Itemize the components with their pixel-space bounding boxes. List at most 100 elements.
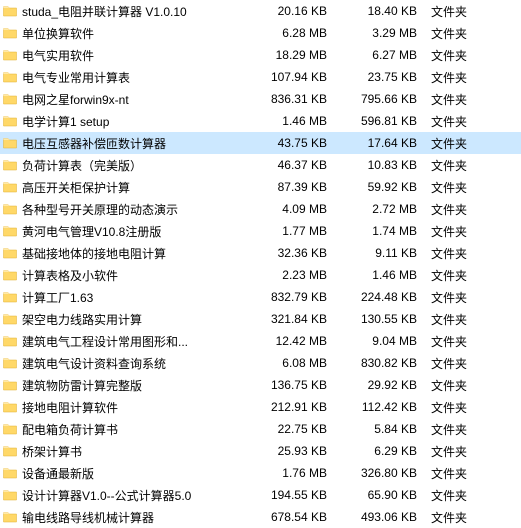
folder-icon bbox=[2, 377, 18, 393]
folder-icon bbox=[2, 69, 18, 85]
file-name: 基础接地体的接地电阻计算 bbox=[22, 245, 247, 262]
folder-icon bbox=[2, 487, 18, 503]
size-col-2: 130.55 KB bbox=[337, 312, 427, 326]
file-name: 计算工厂1.63 bbox=[22, 289, 247, 306]
folder-icon bbox=[2, 465, 18, 481]
table-row[interactable]: 建筑电气设计资料查询系统6.08 MB830.82 KB文件夹 bbox=[0, 352, 521, 374]
size-col-1: 32.36 KB bbox=[247, 246, 337, 260]
table-row[interactable]: 电压互感器补偿匝数计算器43.75 KB17.64 KB文件夹 bbox=[0, 132, 521, 154]
size-col-2: 9.11 KB bbox=[337, 246, 427, 260]
file-name: 单位换算软件 bbox=[22, 25, 247, 42]
size-col-1: 212.91 KB bbox=[247, 400, 337, 414]
size-col-2: 5.84 KB bbox=[337, 422, 427, 436]
size-col-2: 10.83 KB bbox=[337, 158, 427, 172]
table-row[interactable]: 设备通最新版1.76 MB326.80 KB文件夹 bbox=[0, 462, 521, 484]
table-row[interactable]: 架空电力线路实用计算321.84 KB130.55 KB文件夹 bbox=[0, 308, 521, 330]
table-row[interactable]: studa_电阻并联计算器 V1.0.1020.16 KB18.40 KB文件夹 bbox=[0, 0, 521, 22]
type-col: 文件夹 bbox=[427, 113, 487, 130]
size-col-2: 6.27 MB bbox=[337, 48, 427, 62]
size-col-1: 1.46 MB bbox=[247, 114, 337, 128]
size-col-2: 224.48 KB bbox=[337, 290, 427, 304]
table-row[interactable]: 负荷计算表（完美版）46.37 KB10.83 KB文件夹 bbox=[0, 154, 521, 176]
folder-icon bbox=[2, 421, 18, 437]
table-row[interactable]: 高压开关柜保护计算87.39 KB59.92 KB文件夹 bbox=[0, 176, 521, 198]
table-row[interactable]: 基础接地体的接地电阻计算32.36 KB9.11 KB文件夹 bbox=[0, 242, 521, 264]
file-name: 电气实用软件 bbox=[22, 47, 247, 64]
folder-icon bbox=[2, 47, 18, 63]
size-col-2: 29.92 KB bbox=[337, 378, 427, 392]
file-name: 负荷计算表（完美版） bbox=[22, 157, 247, 174]
folder-icon bbox=[2, 223, 18, 239]
table-row[interactable]: 建筑物防雷计算完整版136.75 KB29.92 KB文件夹 bbox=[0, 374, 521, 396]
size-col-1: 1.77 MB bbox=[247, 224, 337, 238]
file-name: 设备通最新版 bbox=[22, 465, 247, 482]
type-col: 文件夹 bbox=[427, 201, 487, 218]
file-name: 建筑物防雷计算完整版 bbox=[22, 377, 247, 394]
type-col: 文件夹 bbox=[427, 443, 487, 460]
folder-icon bbox=[2, 245, 18, 261]
size-col-1: 678.54 KB bbox=[247, 510, 337, 524]
type-col: 文件夹 bbox=[427, 223, 487, 240]
size-col-1: 22.75 KB bbox=[247, 422, 337, 436]
type-col: 文件夹 bbox=[427, 465, 487, 482]
file-name: 输电线路导线机械计算器 bbox=[22, 509, 247, 526]
size-col-2: 6.29 KB bbox=[337, 444, 427, 458]
size-col-1: 2.23 MB bbox=[247, 268, 337, 282]
size-col-1: 46.37 KB bbox=[247, 158, 337, 172]
type-col: 文件夹 bbox=[427, 377, 487, 394]
table-row[interactable]: 建筑电气工程设计常用图形和...12.42 MB9.04 MB文件夹 bbox=[0, 330, 521, 352]
table-row[interactable]: 设计计算器V1.0--公式计算器5.0194.55 KB65.90 KB文件夹 bbox=[0, 484, 521, 506]
folder-icon bbox=[2, 267, 18, 283]
size-col-2: 830.82 KB bbox=[337, 356, 427, 370]
table-row[interactable]: 单位换算软件6.28 MB3.29 MB文件夹 bbox=[0, 22, 521, 44]
size-col-2: 3.29 MB bbox=[337, 26, 427, 40]
table-row[interactable]: 输电线路导线机械计算器678.54 KB493.06 KB文件夹 bbox=[0, 506, 521, 528]
folder-icon bbox=[2, 157, 18, 173]
size-col-1: 194.55 KB bbox=[247, 488, 337, 502]
file-name: 计算表格及小软件 bbox=[22, 267, 247, 284]
type-col: 文件夹 bbox=[427, 355, 487, 372]
type-col: 文件夹 bbox=[427, 509, 487, 526]
folder-icon bbox=[2, 3, 18, 19]
size-col-1: 18.29 MB bbox=[247, 48, 337, 62]
folder-icon bbox=[2, 399, 18, 415]
table-row[interactable]: 电网之星forwin9x-nt836.31 KB795.66 KB文件夹 bbox=[0, 88, 521, 110]
table-row[interactable]: 电学计算1 setup1.46 MB596.81 KB文件夹 bbox=[0, 110, 521, 132]
file-name: 各种型号开关原理的动态演示 bbox=[22, 201, 247, 218]
size-col-2: 1.46 MB bbox=[337, 268, 427, 282]
table-row[interactable]: 电气实用软件18.29 MB6.27 MB文件夹 bbox=[0, 44, 521, 66]
table-row[interactable]: 黄河电气管理V10.8注册版1.77 MB1.74 MB文件夹 bbox=[0, 220, 521, 242]
file-name: 桥架计算书 bbox=[22, 443, 247, 460]
table-row[interactable]: 接地电阻计算软件212.91 KB112.42 KB文件夹 bbox=[0, 396, 521, 418]
type-col: 文件夹 bbox=[427, 47, 487, 64]
file-name: 电气专业常用计算表 bbox=[22, 69, 247, 86]
table-row[interactable]: 电气专业常用计算表107.94 KB23.75 KB文件夹 bbox=[0, 66, 521, 88]
type-col: 文件夹 bbox=[427, 157, 487, 174]
file-name: 建筑电气工程设计常用图形和... bbox=[22, 333, 247, 350]
type-col: 文件夹 bbox=[427, 333, 487, 350]
size-col-1: 25.93 KB bbox=[247, 444, 337, 458]
file-name: 接地电阻计算软件 bbox=[22, 399, 247, 416]
size-col-1: 836.31 KB bbox=[247, 92, 337, 106]
size-col-2: 18.40 KB bbox=[337, 4, 427, 18]
size-col-1: 832.79 KB bbox=[247, 290, 337, 304]
file-name: 架空电力线路实用计算 bbox=[22, 311, 247, 328]
size-col-2: 65.90 KB bbox=[337, 488, 427, 502]
type-col: 文件夹 bbox=[427, 179, 487, 196]
type-col: 文件夹 bbox=[427, 421, 487, 438]
file-name: 黄河电气管理V10.8注册版 bbox=[22, 223, 247, 240]
size-col-1: 107.94 KB bbox=[247, 70, 337, 84]
table-row[interactable]: 配电箱负荷计算书22.75 KB5.84 KB文件夹 bbox=[0, 418, 521, 440]
table-row[interactable]: 各种型号开关原理的动态演示4.09 MB2.72 MB文件夹 bbox=[0, 198, 521, 220]
table-row[interactable]: 计算工厂1.63832.79 KB224.48 KB文件夹 bbox=[0, 286, 521, 308]
type-col: 文件夹 bbox=[427, 399, 487, 416]
table-row[interactable]: 桥架计算书25.93 KB6.29 KB文件夹 bbox=[0, 440, 521, 462]
size-col-2: 2.72 MB bbox=[337, 202, 427, 216]
type-col: 文件夹 bbox=[427, 267, 487, 284]
folder-icon bbox=[2, 91, 18, 107]
file-name: studa_电阻并联计算器 V1.0.10 bbox=[22, 3, 247, 20]
table-row[interactable]: 计算表格及小软件2.23 MB1.46 MB文件夹 bbox=[0, 264, 521, 286]
size-col-1: 87.39 KB bbox=[247, 180, 337, 194]
folder-icon bbox=[2, 443, 18, 459]
file-name: 高压开关柜保护计算 bbox=[22, 179, 247, 196]
